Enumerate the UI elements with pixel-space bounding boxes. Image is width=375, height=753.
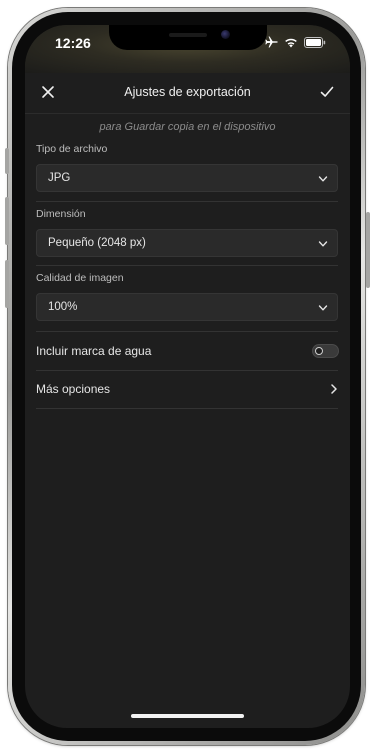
divider <box>36 370 338 371</box>
watermark-toggle[interactable] <box>312 344 339 358</box>
home-indicator[interactable] <box>131 714 244 718</box>
battery-icon <box>304 36 326 48</box>
dimension-label: Dimensión <box>36 208 86 220</box>
chevron-right-icon[interactable] <box>330 384 338 394</box>
airplane-icon <box>265 36 278 48</box>
status-time: 12:26 <box>55 35 91 51</box>
chevron-down-icon <box>318 241 328 247</box>
image-quality-label: Calidad de imagen <box>36 272 124 284</box>
volume-up-button <box>5 197 9 245</box>
page-title: Ajustes de exportación <box>124 85 251 99</box>
watermark-label: Incluir marca de agua <box>36 344 152 358</box>
file-type-select[interactable]: JPG <box>36 164 338 192</box>
image-quality-select[interactable]: 100% <box>36 293 338 321</box>
export-destination-subtitle: para Guardar copia en el dispositivo <box>99 121 276 133</box>
file-type-value: JPG <box>48 172 71 184</box>
earpiece-speaker <box>169 33 207 37</box>
volume-down-button <box>5 260 9 308</box>
wifi-icon <box>285 38 297 47</box>
mute-switch <box>5 148 9 174</box>
checkmark-icon[interactable] <box>320 85 334 99</box>
status-bar: 12:26 <box>25 25 350 73</box>
image-quality-value: 100% <box>48 301 78 313</box>
divider <box>36 201 338 202</box>
divider <box>36 265 338 266</box>
dimension-select[interactable]: Pequeño (2048 px) <box>36 229 338 257</box>
chevron-down-icon <box>318 305 328 311</box>
toggle-knob <box>315 347 323 355</box>
dimension-value: Pequeño (2048 px) <box>48 237 146 249</box>
front-camera <box>221 30 230 39</box>
header-bar: Ajustes de exportación <box>25 73 350 114</box>
camera-notch <box>109 25 267 50</box>
more-options-label[interactable]: Más opciones <box>36 382 110 396</box>
app-screen: 12:26 Ajustes de exportación para Guarda… <box>25 25 350 728</box>
divider <box>36 408 338 409</box>
chevron-down-icon <box>318 176 328 182</box>
status-icons <box>265 36 326 48</box>
power-button <box>366 212 370 288</box>
divider <box>36 331 338 332</box>
file-type-label: Tipo de archivo <box>36 143 108 155</box>
